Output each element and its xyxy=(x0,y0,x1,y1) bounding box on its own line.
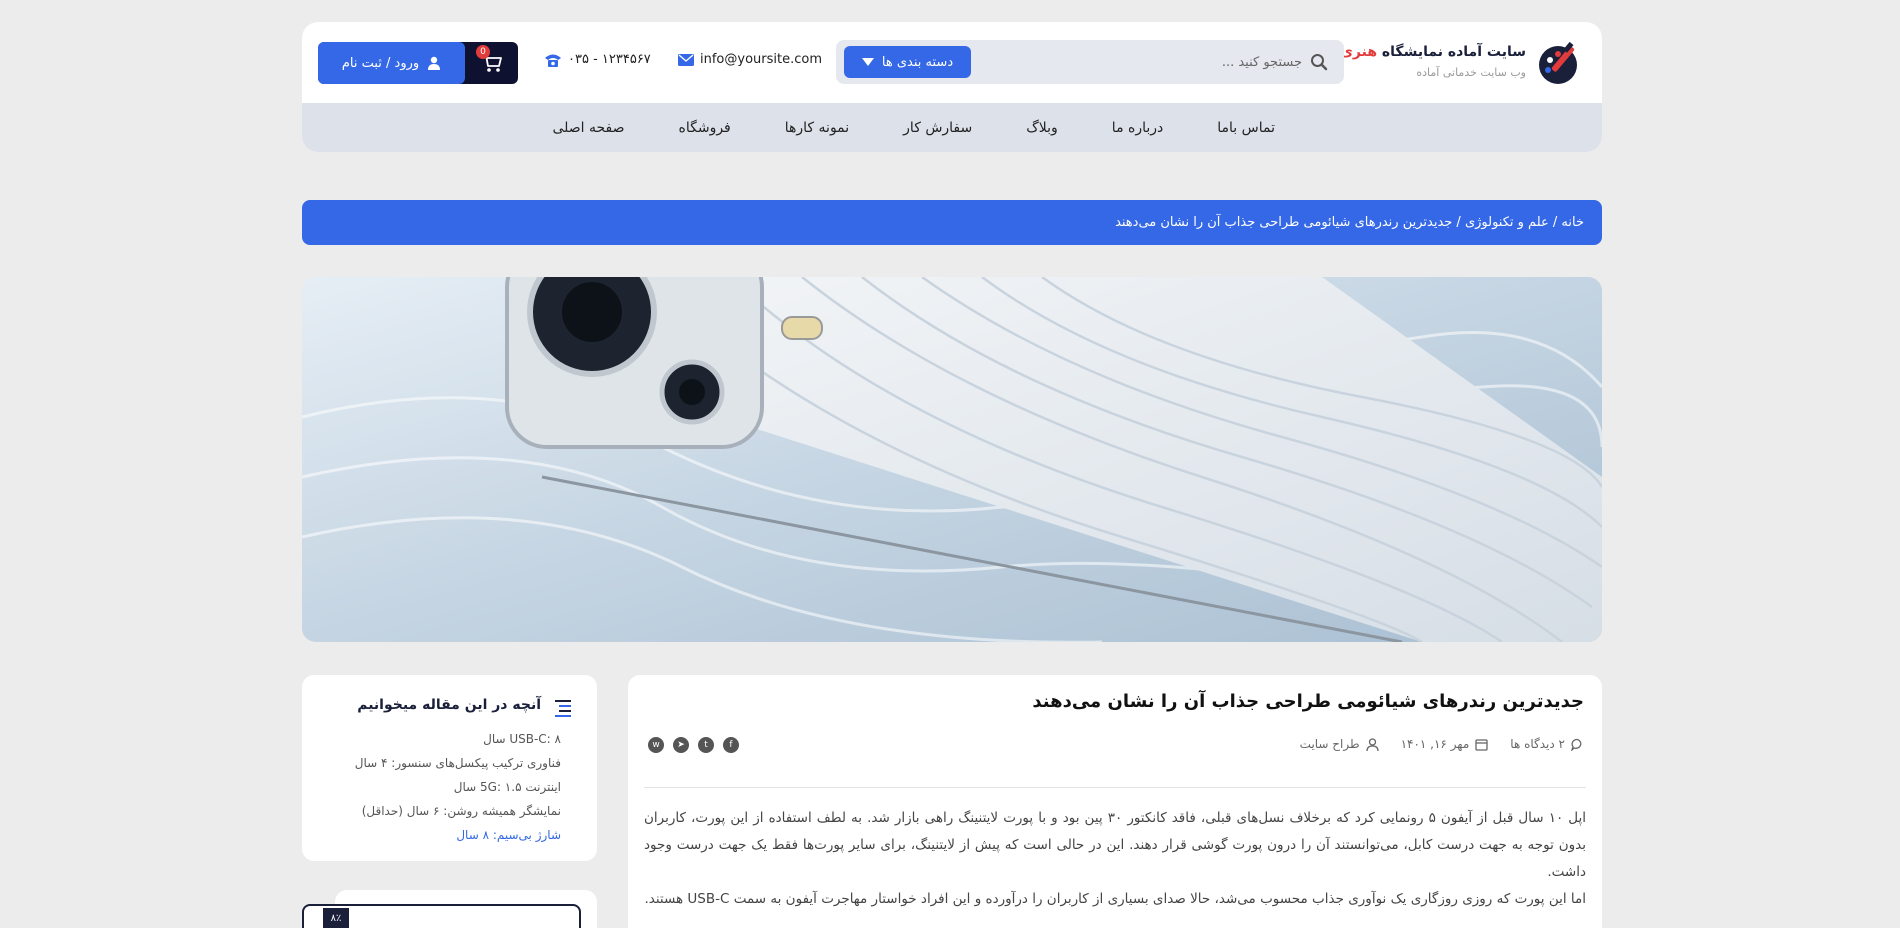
email-text: info@yoursite.com xyxy=(700,52,822,67)
cart-count-badge: 0 xyxy=(476,45,490,59)
toc-item-active[interactable]: شارژ بی‌سیم: ۸ سال xyxy=(355,823,561,847)
site-title[interactable]: سایت آماده نمایشگاه هنری xyxy=(1340,44,1526,60)
nav-item-blog[interactable]: وبلاگ xyxy=(999,120,1085,136)
article-paragraph: اما این پورت که روزی روزگاری یک نوآوری ج… xyxy=(644,891,1586,907)
nav-item-shop[interactable]: فروشگاه xyxy=(652,120,758,136)
chevron-down-icon xyxy=(861,58,874,66)
site-title-accent: هنری xyxy=(1340,44,1378,60)
search-input[interactable] xyxy=(1002,40,1302,84)
palette-logo-icon[interactable] xyxy=(1536,40,1586,86)
auth-cart-group: ورود / ثبت نام 0 xyxy=(318,42,518,84)
meta-comments[interactable]: ۲ دیدگاه ها xyxy=(1510,737,1584,751)
nav-item-order[interactable]: سفارش کار xyxy=(876,120,999,136)
search-bar: دسته بندی ها xyxy=(836,40,1344,84)
facebook-icon[interactable]: f xyxy=(723,737,739,753)
toc-item[interactable]: USB-C: ۸ سال xyxy=(355,727,561,751)
category-dropdown-button[interactable]: دسته بندی ها xyxy=(844,46,971,78)
breadcrumb[interactable]: خانه / علم و تکنولوژی / جدیدترین رندرهای… xyxy=(302,200,1602,245)
calendar-icon xyxy=(1475,738,1488,751)
login-label: ورود / ثبت نام xyxy=(341,55,420,71)
nav-item-contact[interactable]: تماس باما xyxy=(1190,120,1302,136)
toc-list: USB-C: ۸ سال فناوری ترکیب پیکسل‌های سنسو… xyxy=(355,727,561,847)
main-navigation: صفحه اصلی فروشگاه نمونه کارها سفارش کار … xyxy=(302,103,1602,152)
article-card: جدیدترین رندرهای شیائومی طراحی جذاب آن ر… xyxy=(628,675,1602,928)
login-register-button[interactable]: ورود / ثبت نام xyxy=(318,42,465,84)
site-subtitle: وب سایت خدماتی آماده xyxy=(1416,66,1526,79)
telegram-icon[interactable]: ➤ xyxy=(673,737,689,753)
contact-phone[interactable]: ۰۳۵ - ۱۲۳۴۵۶۷ xyxy=(544,52,651,67)
author-name: طراح سایت xyxy=(1299,737,1360,751)
article-meta: طراح سایت مهر ۱۶, ۱۴۰۱ ۲ دیدگاه ها xyxy=(1300,737,1584,751)
meta-date: مهر ۱۶, ۱۴۰۱ xyxy=(1401,737,1489,751)
nav-item-portfolio[interactable]: نمونه کارها xyxy=(758,120,876,136)
user-icon xyxy=(428,56,441,70)
reading-progress-value: ۸٪ xyxy=(323,908,349,928)
meta-author[interactable]: طراح سایت xyxy=(1300,737,1379,751)
toc-item[interactable]: فناوری ترکیب پیکسل‌های سنسور: ۴ سال xyxy=(355,751,561,775)
twitter-icon[interactable]: t xyxy=(698,737,714,753)
phone-render-image xyxy=(302,277,1602,642)
article-paragraph: اپل ۱۰ سال قبل از آیفون ۵ رونمایی کرد که… xyxy=(644,810,1587,880)
table-of-contents: آنچه در این مقاله میخوانیم USB-C: ۸ سال … xyxy=(302,675,597,861)
article-title: جدیدترین رندرهای شیائومی طراحی جذاب آن ر… xyxy=(1032,691,1584,712)
article-hero-image xyxy=(302,277,1602,642)
comment-count: ۲ دیدگاه ها xyxy=(1510,737,1565,751)
phone-icon xyxy=(545,54,561,67)
site-title-main: سایت آماده نمایشگاه xyxy=(1377,44,1526,60)
user-outline-icon xyxy=(1365,737,1379,751)
toc-title: آنچه در این مقاله میخوانیم xyxy=(357,697,541,713)
nav-item-home[interactable]: صفحه اصلی xyxy=(525,120,651,136)
site-header: سایت آماده نمایشگاه هنری وب سایت خدماتی … xyxy=(302,22,1602,152)
header-top-bar: سایت آماده نمایشگاه هنری وب سایت خدماتی … xyxy=(302,22,1602,103)
publish-date: مهر ۱۶, ۱۴۰۱ xyxy=(1400,737,1470,751)
toc-item[interactable]: اینترنت 5G: ۱.۵ سال xyxy=(355,775,561,799)
divider xyxy=(644,787,1586,788)
comment-icon xyxy=(1571,738,1582,751)
contact-email[interactable]: info@yoursite.com xyxy=(678,52,822,67)
share-buttons: w ➤ t f xyxy=(648,737,739,753)
article-body: اپل ۱۰ سال قبل از آیفون ۵ رونمایی کرد که… xyxy=(644,805,1586,913)
list-icon xyxy=(555,700,571,717)
nav-item-about[interactable]: درباره ما xyxy=(1085,120,1190,136)
envelope-icon xyxy=(678,53,694,66)
search-icon[interactable] xyxy=(1310,53,1328,71)
whatsapp-icon[interactable]: w xyxy=(648,737,664,753)
category-button-label: دسته بندی ها xyxy=(881,54,954,70)
toc-item[interactable]: نمایشگر همیشه روشن: ۶ سال (حداقل) xyxy=(355,799,561,823)
phone-text: ۰۳۵ - ۱۲۳۴۵۶۷ xyxy=(568,52,651,67)
